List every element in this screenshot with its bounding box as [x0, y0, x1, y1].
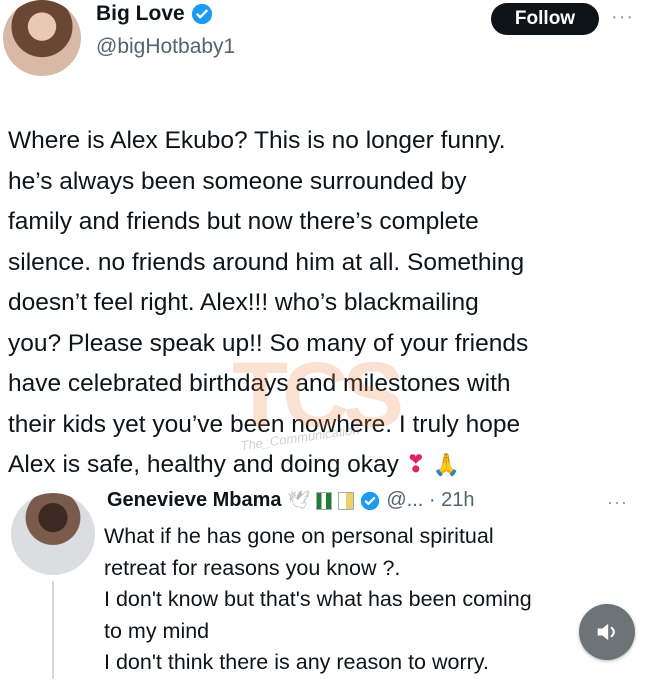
dove-icon: 🕊 — [287, 490, 311, 510]
author-name-row[interactable]: Big Love — [96, 2, 213, 26]
reply-line: I don't know but that's what has been co… — [104, 587, 532, 611]
reply-line: retreat for reasons you know ?. — [104, 555, 401, 580]
reply-line: I don't think there is any reason to wor… — [104, 650, 489, 674]
flag-icon — [338, 491, 355, 510]
thread-line — [52, 581, 54, 679]
flag-icon — [316, 491, 333, 510]
reply-line: What if he has gone on personal spiritua… — [104, 524, 494, 548]
tweet-line: family and friends but now there’s compl… — [8, 208, 479, 235]
speaker-glyph — [597, 623, 615, 641]
more-options-icon[interactable]: ··· — [611, 6, 634, 29]
reply-line: to my mind — [104, 618, 210, 643]
author-name[interactable]: Big Love — [96, 2, 185, 26]
speaker-icon[interactable] — [579, 604, 635, 660]
reply-handle-time[interactable]: @... · 21h — [386, 489, 474, 512]
reply-text: What if he has gone on personal spiritua… — [104, 521, 624, 679]
tweet-line: silence. no friends around him at all. S… — [8, 248, 525, 276]
author-handle[interactable]: @bigHotbaby1 — [96, 35, 235, 59]
verified-badge-icon — [361, 491, 380, 510]
reply-header: Genevieve Mbama 🕊 @... · 21h — [107, 489, 475, 512]
reply-avatar[interactable] — [11, 493, 95, 575]
verified-badge-icon — [191, 3, 212, 25]
tweet-line: he’s always been someone surrounded by — [8, 167, 467, 195]
reply-more-options-icon[interactable]: ··· — [607, 492, 628, 513]
tweet-line: doesn’t feel right. Alex!!! who’s blackm… — [8, 289, 479, 316]
author-avatar[interactable] — [3, 0, 81, 76]
follow-button[interactable]: Follow — [491, 3, 599, 35]
reply-author-name[interactable]: Genevieve Mbama — [107, 489, 282, 512]
tweet-line: Where is Alex Ekubo? This is no longer f… — [8, 127, 506, 154]
praying-hands-icon: 🙏 — [432, 452, 461, 477]
